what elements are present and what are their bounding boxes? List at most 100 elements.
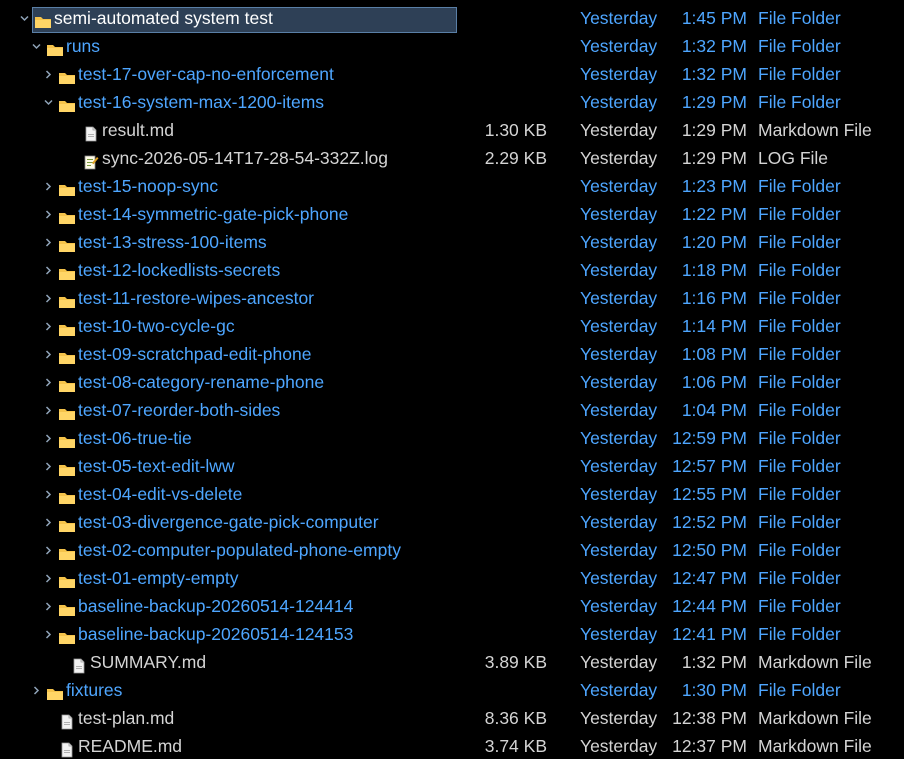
folder-row[interactable]: test-15-noop-sync Yesterday 1:23 PM File Fo…	[0, 172, 904, 200]
folder-row[interactable]: test-02-computer-populated-phone-empty Ye…	[0, 536, 904, 564]
item-type: File Folder	[758, 64, 841, 84]
item-name: test-13-stress-100-items	[78, 232, 267, 252]
folder-row[interactable]: test-05-text-edit-lww Yesterday 12:57 PM Fi…	[0, 452, 904, 480]
item-type: File Folder	[758, 680, 841, 700]
item-time: 12:41 PM	[672, 624, 747, 644]
chevron-right-icon[interactable]	[42, 172, 56, 200]
folder-row[interactable]: test-11-restore-wipes-ancestor Yesterday 1…	[0, 284, 904, 312]
item-time: 12:55 PM	[672, 484, 747, 504]
item-time: 1:22 PM	[681, 204, 747, 224]
folder-icon	[58, 66, 76, 84]
folder-row[interactable]: test-16-system-max-1200-items Yesterday 1:…	[0, 88, 904, 116]
chevron-right-icon[interactable]	[42, 312, 56, 340]
chevron-down-icon[interactable]	[30, 32, 44, 60]
item-type: File Folder	[758, 36, 841, 56]
chevron-right-icon[interactable]	[42, 480, 56, 508]
folder-row[interactable]: fixtures Yesterday 1:30 PM File Folder	[0, 676, 904, 704]
item-date: Yesterday	[580, 540, 658, 560]
item-type: File Folder	[758, 316, 841, 336]
item-type: File Folder	[758, 428, 841, 448]
chevron-right-icon[interactable]	[42, 452, 56, 480]
chevron-right-icon[interactable]	[42, 592, 56, 620]
chevron-right-icon[interactable]	[42, 200, 56, 228]
item-date: Yesterday	[580, 624, 658, 644]
item-date: Yesterday	[580, 288, 658, 308]
item-date: Yesterday	[580, 456, 658, 476]
chevron-right-icon[interactable]	[42, 620, 56, 648]
item-type: File Folder	[758, 288, 841, 308]
item-time: 1:16 PM	[681, 288, 747, 308]
item-time: 1:08 PM	[681, 344, 747, 364]
folder-icon	[58, 234, 76, 252]
file-row[interactable]: README.md 3.74 KB Yesterday 12:37 PM Markdow…	[0, 732, 904, 759]
chevron-right-icon[interactable]	[42, 564, 56, 592]
folder-row[interactable]: test-09-scratchpad-edit-phone Yesterday 1:…	[0, 340, 904, 368]
item-name: test-16-system-max-1200-items	[78, 92, 325, 112]
item-date: Yesterday	[580, 596, 658, 616]
item-name: test-17-over-cap-no-enforcement	[78, 64, 334, 84]
item-type: File Folder	[758, 484, 841, 504]
item-name: test-04-edit-vs-delete	[78, 484, 243, 504]
folder-icon	[58, 430, 76, 448]
item-size: 8.36 KB	[484, 708, 547, 728]
chevron-right-icon[interactable]	[42, 60, 56, 88]
folder-row[interactable]: test-01-empty-empty Yesterday 12:47 PM File…	[0, 564, 904, 592]
file-row[interactable]: SUMMARY.md 3.89 KB Yesterday 1:32 PM Markdow…	[0, 648, 904, 676]
item-type: File Folder	[758, 344, 841, 364]
folder-row[interactable]: baseline-backup-20260514-124153 Yesterday…	[0, 620, 904, 648]
item-date: Yesterday	[580, 736, 658, 756]
chevron-right-icon[interactable]	[42, 536, 56, 564]
item-date: Yesterday	[580, 176, 658, 196]
item-size: 3.89 KB	[484, 652, 547, 672]
folder-row[interactable]: test-17-over-cap-no-enforcement Yesterday…	[0, 60, 904, 88]
item-time: 1:29 PM	[681, 120, 747, 140]
folder-row[interactable]: test-03-divergence-gate-pick-computer Yes…	[0, 508, 904, 536]
chevron-right-icon[interactable]	[42, 256, 56, 284]
folder-row[interactable]: test-13-stress-100-items Yesterday 1:20 PM…	[0, 228, 904, 256]
folder-row[interactable]: test-12-lockedlists-secrets Yesterday 1:18…	[0, 256, 904, 284]
folder-row[interactable]: test-04-edit-vs-delete Yesterday 12:55 PM F…	[0, 480, 904, 508]
folder-row[interactable]: test-10-two-cycle-gc Yesterday 1:14 PM File…	[0, 312, 904, 340]
item-date: Yesterday	[580, 36, 658, 56]
file-row[interactable]: sync-2026-05-14T17-28-54-332Z.log 2.29 KB…	[0, 144, 904, 172]
folder-icon	[58, 318, 76, 336]
item-type: File Folder	[758, 92, 841, 112]
file-row[interactable]: test-plan.md 8.36 KB Yesterday 12:38 PM Mark…	[0, 704, 904, 732]
item-name: test-01-empty-empty	[78, 568, 239, 588]
item-name: test-plan.md	[78, 708, 175, 728]
folder-row[interactable]: baseline-backup-20260514-124414 Yesterday…	[0, 592, 904, 620]
folder-row[interactable]: test-14-symmetric-gate-pick-phone Yesterd…	[0, 200, 904, 228]
item-name: sync-2026-05-14T17-28-54-332Z.log	[102, 148, 388, 168]
chevron-right-icon[interactable]	[30, 676, 44, 704]
item-date: Yesterday	[580, 148, 658, 168]
chevron-right-icon[interactable]	[42, 228, 56, 256]
folder-row[interactable]: semi-automated system test Yesterday 1:45 …	[0, 4, 904, 33]
item-name: test-15-noop-sync	[78, 176, 219, 196]
item-type: File Folder	[758, 596, 841, 616]
folder-row[interactable]: runs Yesterday 1:32 PM File Folder	[0, 32, 904, 60]
file-row[interactable]: result.md 1.30 KB Yesterday 1:29 PM Markdown…	[0, 116, 904, 144]
item-date: Yesterday	[580, 652, 658, 672]
folder-row[interactable]: test-06-true-tie Yesterday 12:59 PM File Fo…	[0, 424, 904, 452]
chevron-right-icon[interactable]	[42, 396, 56, 424]
item-type: Markdown File	[758, 120, 872, 140]
item-date: Yesterday	[580, 372, 658, 392]
chevron-right-icon[interactable]	[42, 340, 56, 368]
item-type: File Folder	[758, 624, 841, 644]
item-name: test-08-category-rename-phone	[78, 372, 325, 392]
chevron-right-icon[interactable]	[42, 424, 56, 452]
item-name: baseline-backup-20260514-124153	[78, 624, 354, 644]
chevron-right-icon[interactable]	[42, 368, 56, 396]
folder-row[interactable]: test-07-reorder-both-sides Yesterday 1:04 …	[0, 396, 904, 424]
item-time: 1:29 PM	[681, 92, 747, 112]
chevron-right-icon[interactable]	[42, 284, 56, 312]
folder-row[interactable]: test-08-category-rename-phone Yesterday 1:…	[0, 368, 904, 396]
chevron-down-icon[interactable]	[42, 88, 56, 116]
item-name: test-07-reorder-both-sides	[78, 400, 281, 420]
item-name: test-11-restore-wipes-ancestor	[78, 288, 315, 308]
chevron-down-icon[interactable]	[18, 4, 32, 32]
item-type: File Folder	[758, 232, 841, 252]
item-type: File Folder	[758, 176, 841, 196]
chevron-right-icon[interactable]	[42, 508, 56, 536]
folder-icon	[58, 570, 76, 588]
